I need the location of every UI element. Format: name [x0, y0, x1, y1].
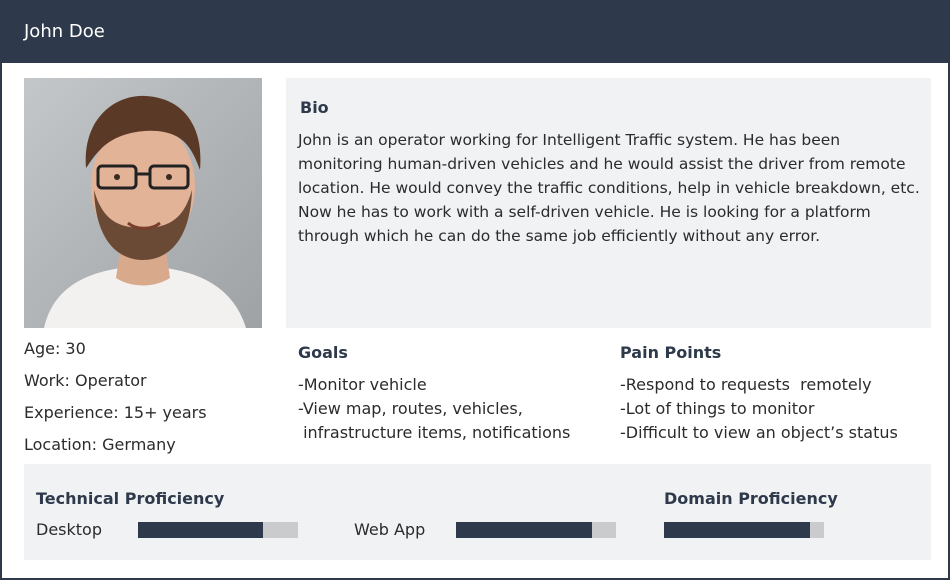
bio-panel: Bio John is an operator working for Inte…	[286, 78, 931, 328]
persona-photo	[24, 78, 262, 328]
pain-point-item: -Difficult to view an object’s status	[620, 423, 898, 442]
technical-proficiency-title: Technical Proficiency	[36, 489, 225, 508]
skill-bar-fill	[138, 522, 263, 538]
domain-proficiency-bar	[664, 522, 824, 538]
goals-title: Goals	[298, 343, 348, 362]
persona-name: John Doe	[24, 21, 105, 42]
skill-label-web-app: Web App	[354, 520, 426, 539]
bio-text: John is an operator working for Intellig…	[298, 131, 920, 245]
skill-bar-web-app	[456, 522, 616, 538]
fact-work: Work: Operator	[24, 371, 147, 390]
goal-item: -View map, routes, vehicles,	[298, 399, 523, 418]
goals-list: -Monitor vehicle -View map, routes, vehi…	[298, 373, 570, 445]
fact-age: Age: 30	[24, 339, 86, 358]
pain-point-item: -Lot of things to monitor	[620, 399, 815, 418]
goal-item: infrastructure items, notifications	[298, 423, 571, 442]
fact-experience: Experience: 15+ years	[24, 403, 207, 422]
goal-item: -Monitor vehicle	[298, 375, 427, 394]
bio-title: Bio	[300, 98, 329, 117]
persona-facts: Age: 30 Work: Operator Experience: 15+ y…	[24, 338, 207, 466]
fact-location: Location: Germany	[24, 435, 176, 454]
pain-points-list: -Respond to requests remotely -Lot of th…	[620, 373, 898, 445]
domain-bar-fill	[664, 522, 810, 538]
pain-points-title: Pain Points	[620, 343, 722, 362]
header-bar: John Doe	[2, 2, 948, 63]
skill-bar-desktop	[138, 522, 298, 538]
skill-label-desktop: Desktop	[36, 520, 102, 539]
persona-card: John Doe Age: 30 Work: Operator Experien…	[0, 0, 950, 580]
pain-point-item: -Respond to requests remotely	[620, 375, 872, 394]
proficiency-panel: Technical Proficiency Domain Proficiency…	[24, 464, 931, 560]
portrait-illustration	[24, 78, 262, 328]
skill-bar-fill	[456, 522, 592, 538]
domain-proficiency-title: Domain Proficiency	[664, 489, 838, 508]
